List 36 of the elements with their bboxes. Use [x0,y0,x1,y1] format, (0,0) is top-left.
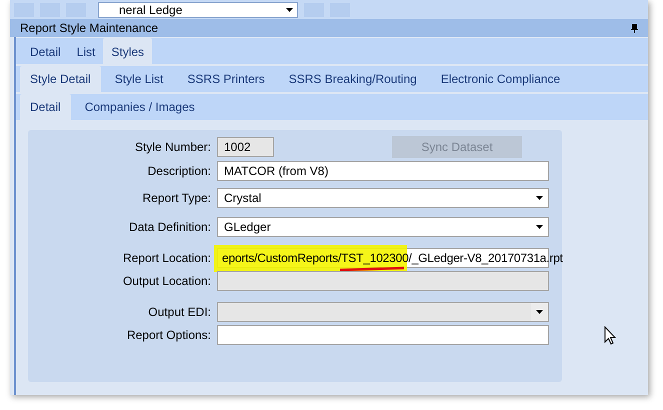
tab[interactable]: Detail [20,94,71,120]
tab[interactable]: Style Detail [20,66,101,92]
combo-box[interactable]: neral Ledge [98,2,298,18]
input-field[interactable]: MATCOR (from V8) [217,161,549,181]
tab[interactable]: List [68,38,104,64]
underline-mark [339,266,405,272]
field-label: Report Type: [142,190,212,207]
panel-title: Report Style Maintenance [20,20,158,37]
caret-icon [536,310,543,314]
caret-icon [536,225,543,229]
pin-icon[interactable] [631,24,638,32]
combo-value: neral Ledge [119,2,182,18]
tab[interactable]: Styles [103,38,152,64]
tab[interactable]: SSRS Breaking/Routing [278,66,427,92]
tab[interactable]: SSRS Printers [177,66,275,92]
field-value: 1002 [224,139,251,156]
field-label: Style Number: [134,139,212,156]
field-label: Output Location: [122,273,212,290]
caret-icon [536,196,543,200]
field-label: Description: [146,163,212,180]
tab[interactable]: Companies / Images [74,94,205,120]
tab[interactable]: Detail [22,38,69,64]
dropdown[interactable]: GLedger [217,217,549,237]
field-label: Report Options: [126,327,212,344]
field-label: Output EDI: [147,304,212,321]
field-value: Crystal [224,190,262,207]
tab[interactable]: Electronic Compliance [430,66,570,92]
tab[interactable]: Style List [104,66,174,92]
field-value: MATCOR (from V8) [224,163,328,180]
field-label: Report Location: [122,250,212,267]
caret-icon [286,8,293,12]
field-value: GLedger [224,219,271,236]
dropdown[interactable]: Crystal [217,188,549,208]
input-field[interactable] [217,325,549,345]
mouse-pointer-icon [604,326,616,345]
field-label: Data Definition: [128,219,212,236]
